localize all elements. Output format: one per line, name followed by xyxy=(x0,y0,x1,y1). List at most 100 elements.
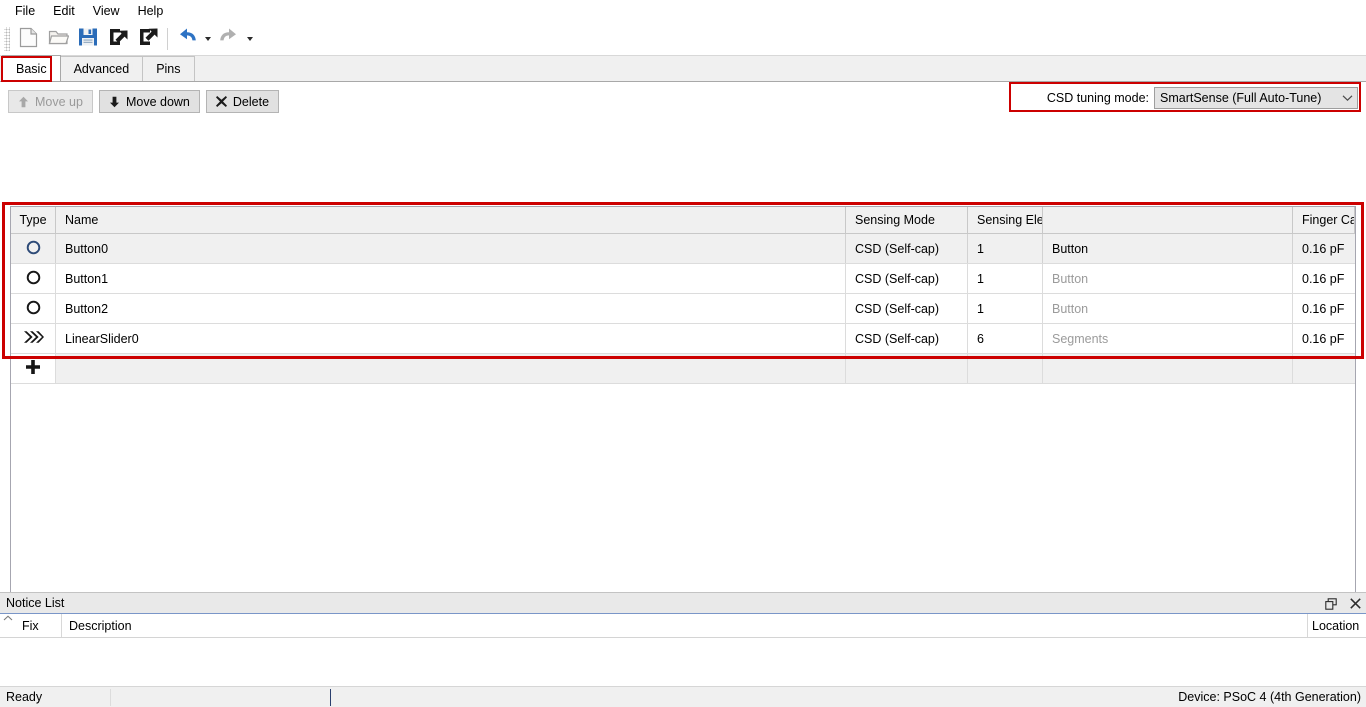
close-icon[interactable] xyxy=(1348,597,1362,611)
menu-bar: File Edit View Help xyxy=(0,0,1366,22)
column-header-description[interactable]: Description xyxy=(62,614,1308,637)
save-button[interactable] xyxy=(73,24,103,54)
save-icon xyxy=(78,27,98,50)
row-finger-capacitance-cell[interactable]: 0.16 pF xyxy=(1293,264,1355,293)
open-folder-icon xyxy=(48,28,69,49)
row-sensing-mode-cell[interactable]: CSD (Self-cap) xyxy=(846,294,968,323)
row-element-type-cell[interactable]: Segments xyxy=(1043,324,1293,353)
arrow-down-icon xyxy=(109,96,120,108)
move-up-button[interactable]: Move up xyxy=(8,90,93,113)
row-element-type-cell[interactable]: Button xyxy=(1043,234,1293,263)
column-header-location[interactable]: Location xyxy=(1308,614,1366,637)
move-down-button[interactable]: Move down xyxy=(98,90,200,113)
menu-item-view[interactable]: View xyxy=(84,2,129,20)
row-type-cell[interactable] xyxy=(11,294,56,323)
row-element-type-cell[interactable]: Button xyxy=(1043,264,1293,293)
move-up-label: Move up xyxy=(35,94,83,109)
open-file-button[interactable] xyxy=(43,24,73,54)
undo-button[interactable] xyxy=(172,24,202,54)
import-icon xyxy=(108,27,129,50)
move-down-label: Move down xyxy=(125,94,190,109)
column-header-finger-capacitance[interactable]: Finger Capacitance xyxy=(1293,207,1355,233)
delete-button[interactable]: Delete xyxy=(205,90,280,113)
close-x-icon xyxy=(215,96,227,107)
csd-tuning-mode-select[interactable]: SmartSense (Full Auto-Tune) xyxy=(1154,87,1358,109)
row-name-cell[interactable]: LinearSlider0 xyxy=(56,324,846,353)
column-header-sensing-elements-count[interactable]: Sensing Element(s) xyxy=(968,207,1043,233)
row-sensing-mode-cell[interactable]: CSD (Self-cap) xyxy=(846,234,968,263)
menu-item-help[interactable]: Help xyxy=(129,2,173,20)
undo-dropdown-button[interactable] xyxy=(202,24,214,54)
notice-list-title: Notice List xyxy=(6,596,65,610)
chevron-down-icon xyxy=(1337,88,1357,108)
circle-icon xyxy=(26,270,41,288)
column-header-name[interactable]: Name xyxy=(56,207,846,233)
plus-icon xyxy=(25,359,41,378)
tab-basic-label: Basic xyxy=(16,61,47,76)
status-bar: Ready Device: PSoC 4 (4th Generation) xyxy=(0,686,1366,707)
add-row-mode-cell[interactable] xyxy=(846,354,968,383)
tab-strip: Basic Advanced Pins xyxy=(0,55,1366,82)
redo-button[interactable] xyxy=(214,24,244,54)
column-header-sensing-elements-type[interactable] xyxy=(1043,207,1293,233)
menu-item-edit[interactable]: Edit xyxy=(44,2,84,20)
table-row[interactable]: Button0 CSD (Self-cap) 1 Button 0.16 pF xyxy=(11,234,1355,264)
status-divider xyxy=(110,689,111,706)
notice-list-title-bar: Notice List xyxy=(0,593,1366,614)
redo-icon xyxy=(218,27,240,50)
grid-empty-area xyxy=(11,384,1355,603)
menu-item-file[interactable]: File xyxy=(6,2,44,20)
redo-dropdown-button[interactable] xyxy=(244,24,256,54)
tab-basic[interactable]: Basic xyxy=(2,55,61,81)
column-header-type[interactable]: Type xyxy=(11,207,56,233)
export-button[interactable] xyxy=(133,24,163,54)
row-element-count-cell[interactable]: 6 xyxy=(968,324,1043,353)
restore-window-icon[interactable] xyxy=(1324,597,1338,611)
row-name-cell[interactable]: Button1 xyxy=(56,264,846,293)
tab-pins[interactable]: Pins xyxy=(142,56,195,81)
row-type-cell[interactable] xyxy=(11,324,56,353)
tab-advanced[interactable]: Advanced xyxy=(59,56,144,81)
row-name-cell[interactable]: Button2 xyxy=(56,294,846,323)
status-message: Ready xyxy=(6,690,43,704)
add-row-capacitance-cell[interactable] xyxy=(1293,354,1355,383)
add-row-element-cell[interactable] xyxy=(1043,354,1293,383)
export-icon xyxy=(138,27,159,50)
column-header-sensing-mode[interactable]: Sensing Mode xyxy=(846,207,968,233)
chevron-down-icon xyxy=(205,36,211,41)
csd-tuning-mode-group: CSD tuning mode: SmartSense (Full Auto-T… xyxy=(1047,85,1358,111)
circle-icon xyxy=(26,300,41,318)
table-row[interactable]: Button2 CSD (Self-cap) 1 Button 0.16 pF xyxy=(11,294,1355,324)
chevron-down-icon xyxy=(247,36,253,41)
row-element-type-cell[interactable]: Button xyxy=(1043,294,1293,323)
add-row-name-cell[interactable] xyxy=(56,354,846,383)
row-element-count-cell[interactable]: 1 xyxy=(968,294,1043,323)
row-type-cell[interactable] xyxy=(11,234,56,263)
row-sensing-mode-cell[interactable]: CSD (Self-cap) xyxy=(846,324,968,353)
row-element-count-cell[interactable]: 1 xyxy=(968,234,1043,263)
import-button[interactable] xyxy=(103,24,133,54)
toolbar-grip[interactable] xyxy=(4,26,10,51)
grid-header-row: Type Name Sensing Mode Sensing Element(s… xyxy=(11,207,1355,234)
table-row[interactable]: LinearSlider0 CSD (Self-cap) 6 Segments … xyxy=(11,324,1355,354)
add-row-cell[interactable] xyxy=(11,354,56,383)
table-row[interactable]: Button1 CSD (Self-cap) 1 Button 0.16 pF xyxy=(11,264,1355,294)
device-label: Device: PSoC 4 (4th Generation) xyxy=(1178,690,1361,704)
row-finger-capacitance-cell[interactable]: 0.16 pF xyxy=(1293,324,1355,353)
row-element-count-cell[interactable]: 1 xyxy=(968,264,1043,293)
row-type-cell[interactable] xyxy=(11,264,56,293)
notice-list-header-row: Fix Description Location xyxy=(0,614,1366,638)
row-finger-capacitance-cell[interactable]: 0.16 pF xyxy=(1293,294,1355,323)
circle-icon xyxy=(26,240,41,258)
column-header-fix[interactable]: Fix xyxy=(16,614,62,637)
row-sensing-mode-cell[interactable]: CSD (Self-cap) xyxy=(846,264,968,293)
row-name-cell[interactable]: Button0 xyxy=(56,234,846,263)
add-row-count-cell[interactable] xyxy=(968,354,1043,383)
notice-list-panel: Notice List Fix Description Location xyxy=(0,592,1366,686)
grid-add-row[interactable] xyxy=(11,354,1355,384)
widget-grid: Type Name Sensing Mode Sensing Element(s… xyxy=(10,206,1356,604)
new-file-button[interactable] xyxy=(13,24,43,54)
sort-ascending-icon[interactable] xyxy=(0,614,16,637)
row-finger-capacitance-cell[interactable]: 0.16 pF xyxy=(1293,234,1355,263)
csd-tuning-mode-value: SmartSense (Full Auto-Tune) xyxy=(1160,91,1322,105)
